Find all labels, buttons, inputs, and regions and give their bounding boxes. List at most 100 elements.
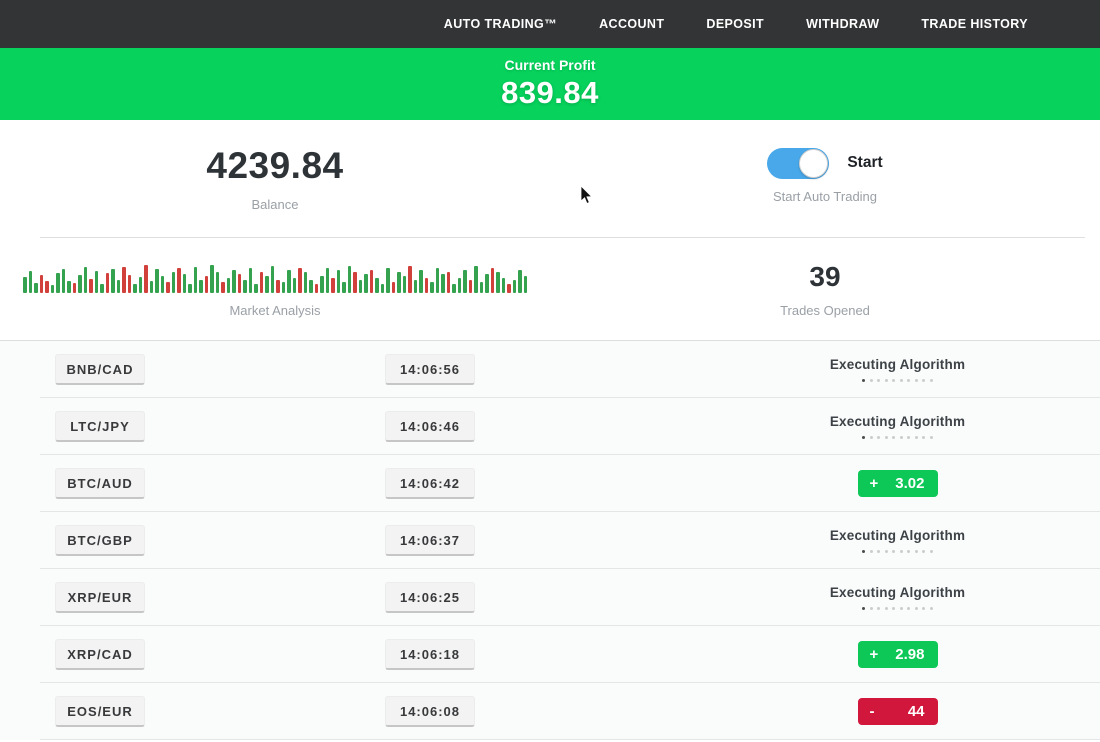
candle-bar <box>463 270 467 293</box>
auto-trading-page: AUTO TRADING™ ACCOUNT DEPOSIT WITHDRAW TRADE… <box>0 0 1100 742</box>
candle-bar <box>348 266 352 293</box>
candle-bar <box>100 284 104 293</box>
candle-bar <box>243 280 247 293</box>
candle-bar <box>452 284 456 293</box>
executing-algorithm-label: Executing Algorithm <box>830 414 965 429</box>
pair-button[interactable]: XRP/CAD <box>55 639 145 670</box>
executing-algorithm-label: Executing Algorithm <box>830 528 965 543</box>
candle-bar <box>309 280 313 293</box>
toggle-start-label: Start <box>847 154 882 172</box>
candle-bar <box>397 272 401 293</box>
pair-button[interactable]: XRP/EUR <box>55 582 145 613</box>
candle-bar <box>221 282 225 293</box>
trade-time[interactable]: 14:06:46 <box>385 411 475 442</box>
trade-time[interactable]: 14:06:08 <box>385 696 475 727</box>
nav-item-deposit[interactable]: DEPOSIT <box>706 17 764 31</box>
pair-button[interactable]: BTC/AUD <box>55 468 145 499</box>
trades-table: BNB/CAD 14:06:56 Executing Algorithm LTC/JP… <box>0 340 1100 740</box>
trade-time[interactable]: 14:06:37 <box>385 525 475 556</box>
pair-button[interactable]: BTC/GBP <box>55 525 145 556</box>
candle-bar <box>84 267 88 293</box>
trade-time[interactable]: 14:06:25 <box>385 582 475 613</box>
candle-bar <box>293 278 297 293</box>
stats-section: 4239.84 Balance Start Start Auto Trading… <box>0 120 1100 340</box>
candle-bar <box>474 266 478 293</box>
trade-row: BTC/GBP 14:06:37 Executing Algorithm <box>0 512 1100 569</box>
pair-button[interactable]: BNB/CAD <box>55 354 145 385</box>
candle-bar <box>386 268 390 293</box>
candle-bar <box>161 276 165 293</box>
candle-bar <box>436 268 440 293</box>
candle-bar <box>331 278 335 293</box>
candle-bar <box>513 280 517 293</box>
candle-bar <box>249 268 253 293</box>
candle-bar <box>183 274 187 293</box>
candle-bar <box>518 270 522 293</box>
nav-item-auto-trading[interactable]: AUTO TRADING™ <box>444 17 557 31</box>
current-profit-banner: Current Profit 839.84 <box>0 48 1100 120</box>
candle-bar <box>282 282 286 293</box>
pair-button[interactable]: LTC/JPY <box>55 411 145 442</box>
candle-bar <box>106 273 110 293</box>
candle-bar <box>188 284 192 293</box>
candle-bar <box>425 278 429 293</box>
market-analysis-label: Market Analysis <box>229 303 320 318</box>
current-profit-label: Current Profit <box>505 57 596 73</box>
candle-bar <box>320 276 324 293</box>
candle-bar <box>56 273 60 293</box>
candle-bar <box>194 267 198 293</box>
trade-time[interactable]: 14:06:42 <box>385 468 475 499</box>
balance-label: Balance <box>252 197 299 212</box>
candle-bar <box>122 267 126 293</box>
candle-bar <box>353 272 357 293</box>
nav-item-account[interactable]: ACCOUNT <box>599 17 664 31</box>
candle-bar <box>304 272 308 293</box>
progress-dots <box>862 379 933 382</box>
candle-bar <box>133 284 137 293</box>
candle-bar <box>491 268 495 293</box>
profit-badge: +2.98 <box>858 641 938 668</box>
candle-bar <box>441 274 445 293</box>
trade-row: BNB/CAD14:06:56Executing Algorithm <box>0 341 1100 398</box>
candle-bar <box>150 281 154 293</box>
nav-item-withdraw[interactable]: WITHDRAW <box>806 17 879 31</box>
candle-bar <box>144 265 148 293</box>
candle-bar <box>507 284 511 293</box>
trade-time[interactable]: 14:06:56 <box>385 354 475 385</box>
candle-bar <box>139 277 143 293</box>
candle-bar <box>469 280 473 293</box>
candle-bar <box>496 272 500 293</box>
toggle-knob <box>799 149 828 178</box>
candle-bar <box>29 271 33 293</box>
candle-bar <box>485 274 489 293</box>
pair-button[interactable]: EOS/EUR <box>55 696 145 727</box>
progress-dots <box>862 607 933 610</box>
candle-bar <box>172 272 176 293</box>
auto-trading-toggle[interactable] <box>767 148 829 179</box>
candle-bar <box>260 272 264 293</box>
badge-value: 3.02 <box>895 475 924 492</box>
candle-bar <box>408 266 412 293</box>
candle-bar <box>232 270 236 293</box>
nav-item-trade-history[interactable]: TRADE HISTORY <box>921 17 1028 31</box>
candle-bar <box>40 275 44 293</box>
candle-bar <box>419 270 423 293</box>
candle-bar <box>414 280 418 293</box>
trade-row: XRP/CAD 14:06:18 +2.98 <box>0 626 1100 683</box>
candle-bar <box>342 282 346 293</box>
badge-sign: + <box>870 646 879 663</box>
candle-bar <box>430 282 434 293</box>
candle-bar <box>370 270 374 293</box>
trade-row: BTC/AUD14:06:42+3.02 <box>0 455 1100 512</box>
candle-bar <box>298 268 302 293</box>
candle-bar <box>403 276 407 293</box>
trades-opened-value: 39 <box>809 261 840 293</box>
candle-bar <box>128 275 132 293</box>
candle-bar <box>67 281 71 293</box>
candle-bar <box>337 270 341 293</box>
candle-bar <box>265 276 269 293</box>
candle-bar <box>227 278 231 293</box>
trade-time[interactable]: 14:06:18 <box>385 639 475 670</box>
candle-bar <box>216 272 220 293</box>
candle-bar <box>254 284 258 293</box>
